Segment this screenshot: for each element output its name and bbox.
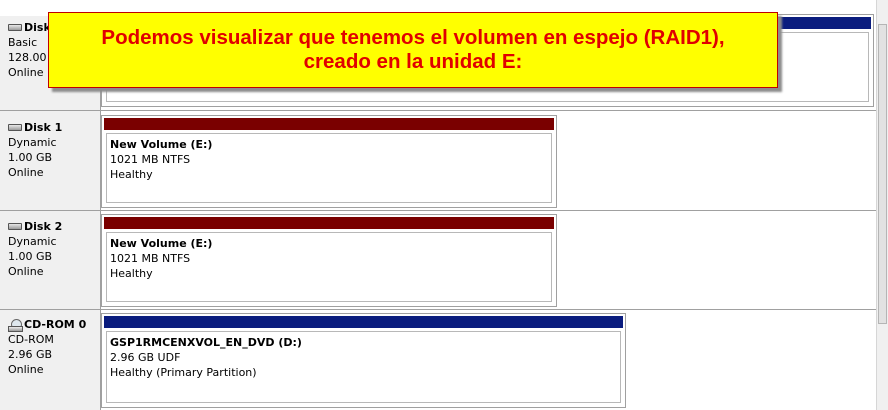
cdrom0-type: CD-ROM [8,333,54,346]
vertical-scrollbar[interactable] [876,0,888,410]
disk2-type: Dynamic [8,235,57,248]
disk1-type: Dynamic [8,136,57,149]
disk2-size: 1.00 GB [8,250,53,263]
disk1-status: Online [8,166,44,179]
disk2-name: Disk 2 [8,219,100,234]
disk1-volume-body: New Volume (E:) 1021 MB NTFS Healthy [106,133,552,203]
disk2-volume-body: New Volume (E:) 1021 MB NTFS Healthy [106,232,552,302]
disk1-volume-bar [104,118,554,130]
disk1-volume[interactable]: New Volume (E:) 1021 MB NTFS Healthy [101,115,557,208]
hard-disk-icon [8,124,22,131]
disk2-name-text: Disk 2 [24,220,63,233]
disk2-label-panel[interactable]: Disk 2 Dynamic 1.00 GB Online [0,211,101,309]
disk1-label-panel[interactable]: Disk 1 Dynamic 1.00 GB Online [0,111,101,210]
cdrom0-volume-info: 2.96 GB UDF [110,351,181,364]
hard-disk-icon [8,223,22,230]
cdrom0-volume-status: Healthy (Primary Partition) [110,366,257,379]
disk1-name-text: Disk 1 [24,121,63,134]
callout-line-2: creado en la unidad E: [303,50,523,73]
disk2-volume-info: 1021 MB NTFS [110,252,191,265]
disk2-volume-status: Healthy [110,267,153,280]
cdrom0-volume-bar [104,316,623,328]
annotation-callout: Podemos visualizar que tenemos el volume… [48,12,778,88]
disk1-row: Disk 1 Dynamic 1.00 GB Online New Volume… [0,111,877,210]
scrollbar-thumb[interactable] [878,24,887,324]
cdrom0-status: Online [8,363,44,376]
disk2-row: Disk 2 Dynamic 1.00 GB Online New Volume… [0,211,877,309]
cdrom0-volume[interactable]: GSP1RMCENXVOL_EN_DVD (D:) 2.96 GB UDF He… [101,313,626,408]
disk2-volume-title: New Volume (E:) [110,237,213,250]
disk1-volume-status: Healthy [110,168,153,181]
disk2-volume-bar [104,217,554,229]
disk2-volume[interactable]: New Volume (E:) 1021 MB NTFS Healthy [101,214,557,307]
cdrom0-size: 2.96 GB [8,348,53,361]
callout-line-1: Podemos visualizar que tenemos el volume… [101,26,725,49]
disk2-status: Online [8,265,44,278]
cd-drive-icon [8,318,23,332]
cdrom0-row: CD-ROM 0 CD-ROM 2.96 GB Online GSP1RMCEN… [0,310,877,410]
cdrom0-volume-body: GSP1RMCENXVOL_EN_DVD (D:) 2.96 GB UDF He… [106,331,621,403]
disk1-name: Disk 1 [8,120,100,135]
disk1-volume-info: 1021 MB NTFS [110,153,191,166]
disk1-volume-title: New Volume (E:) [110,138,213,151]
cdrom0-name: CD-ROM 0 [8,317,100,332]
cdrom0-volume-title: GSP1RMCENXVOL_EN_DVD (D:) [110,336,302,349]
cdrom0-name-text: CD-ROM 0 [24,318,87,331]
disk1-size: 1.00 GB [8,151,53,164]
hard-disk-icon [8,24,22,31]
cdrom0-label-panel[interactable]: CD-ROM 0 CD-ROM 2.96 GB Online [0,310,101,410]
